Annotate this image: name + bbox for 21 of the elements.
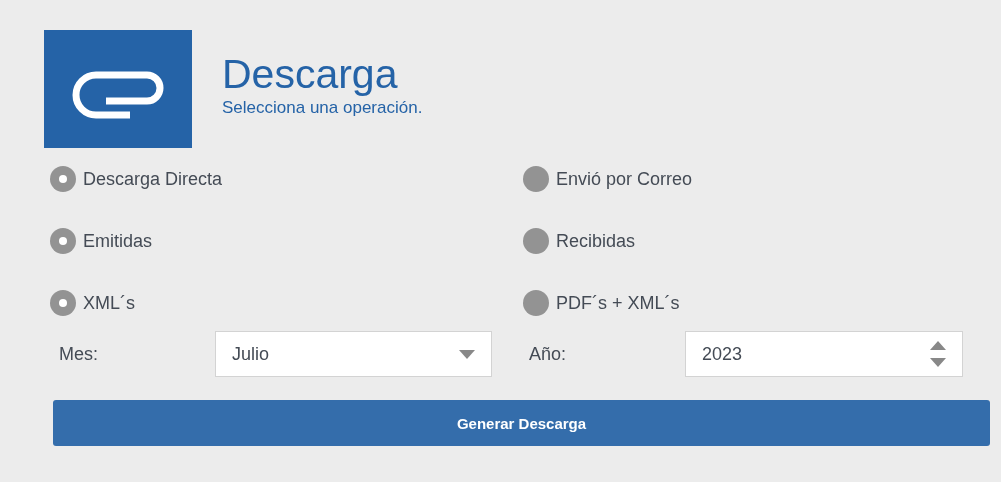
page-subtitle: Selecciona una operación.: [222, 98, 423, 118]
year-label: Año:: [529, 343, 568, 365]
radio-button[interactable]: [523, 166, 549, 192]
radio-option[interactable]: Emitidas: [50, 228, 153, 254]
caret-icon: [459, 349, 475, 359]
month-label: Mes:: [59, 343, 99, 365]
radio-option[interactable]: PDF´s + XML´s: [523, 290, 680, 316]
year-input[interactable]: 2023: [685, 331, 963, 377]
radio-button[interactable]: [50, 228, 76, 254]
month-select[interactable]: Julio: [215, 331, 492, 377]
radio-button[interactable]: [523, 290, 549, 316]
radio-option[interactable]: Envió por Correo: [523, 166, 693, 192]
radio-option[interactable]: XML´s: [50, 290, 135, 316]
spinner-icon: [930, 341, 946, 367]
radio-option[interactable]: Descarga Directa: [50, 166, 223, 192]
generate-button[interactable]: Generar Descarga: [53, 400, 990, 446]
radio-button[interactable]: [50, 166, 76, 192]
radio-option[interactable]: Recibidas: [523, 228, 636, 254]
radio-button[interactable]: [523, 228, 549, 254]
radio-button[interactable]: [50, 290, 76, 316]
page-title: Descarga: [222, 50, 399, 98]
